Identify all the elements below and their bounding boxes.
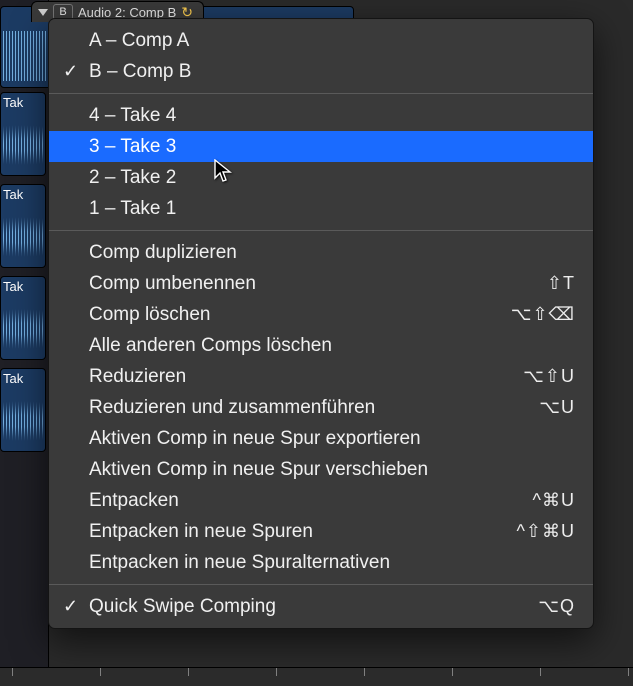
waveform-preview (1, 397, 45, 445)
menu-item-label: 3 – Take 3 (89, 136, 176, 158)
menu-item-label: Comp umbenennen (89, 273, 256, 295)
menu-item-shortcut: ^⌘U (533, 490, 575, 511)
take-region[interactable]: Tak (0, 368, 46, 452)
menu-item-label: 4 – Take 4 (89, 105, 176, 127)
disclosure-triangle-icon[interactable] (38, 9, 48, 16)
menu-separator (49, 230, 593, 231)
take-region-label: Tak (3, 187, 23, 202)
menu-item-label: Quick Swipe Comping (89, 596, 276, 618)
menu-action-export-active-comp[interactable]: Aktiven Comp in neue Spur exportieren (49, 423, 593, 454)
take-region-label: Tak (3, 95, 23, 110)
checkmark-icon: ✓ (63, 596, 78, 617)
menu-separator (49, 93, 593, 94)
menu-item-label: Entpacken in neue Spuralternativen (89, 552, 390, 574)
menu-action-delete-other-comps[interactable]: Alle anderen Comps löschen (49, 330, 593, 361)
take-folder-context-menu: A – Comp A ✓ B – Comp B 4 – Take 4 3 – T… (48, 18, 594, 629)
menu-item-label: Entpacken in neue Spuren (89, 521, 313, 543)
take-region[interactable]: Tak (0, 184, 46, 268)
menu-action-unpack-track-alternatives[interactable]: Entpacken in neue Spuralternativen (49, 547, 593, 578)
menu-take-item-4[interactable]: 4 – Take 4 (49, 100, 593, 131)
waveform-preview (1, 213, 45, 261)
menu-item-label: Alle anderen Comps löschen (89, 335, 332, 357)
menu-item-shortcut: ⌥Q (538, 596, 575, 617)
menu-toggle-quick-swipe-comping[interactable]: ✓ Quick Swipe Comping ⌥Q (49, 591, 593, 622)
timeline-ruler (0, 667, 633, 686)
waveform-preview (1, 305, 45, 353)
waveform-preview (1, 121, 45, 169)
menu-item-label: A – Comp A (89, 30, 189, 52)
menu-action-delete-comp[interactable]: Comp löschen ⌥⇧⌫ (49, 299, 593, 330)
menu-take-item-2[interactable]: 2 – Take 2 (49, 162, 593, 193)
menu-action-rename-comp[interactable]: Comp umbenennen ⇧T (49, 268, 593, 299)
take-region[interactable]: Tak (0, 92, 46, 176)
menu-item-label: Comp löschen (89, 304, 210, 326)
checkmark-icon: ✓ (63, 61, 78, 82)
menu-take-item-1[interactable]: 1 – Take 1 (49, 193, 593, 224)
menu-item-label: Reduzieren und zusammenführen (89, 397, 375, 419)
menu-item-label: Entpacken (89, 490, 179, 512)
menu-action-duplicate-comp[interactable]: Comp duplizieren (49, 237, 593, 268)
menu-action-unpack[interactable]: Entpacken ^⌘U (49, 485, 593, 516)
menu-item-label: B – Comp B (89, 61, 191, 83)
menu-item-shortcut: ^⇧⌘U (516, 521, 575, 542)
menu-item-label: Aktiven Comp in neue Spur exportieren (89, 428, 421, 450)
menu-action-unpack-new-tracks[interactable]: Entpacken in neue Spuren ^⇧⌘U (49, 516, 593, 547)
menu-action-flatten-merge[interactable]: Reduzieren und zusammenführen ⌥U (49, 392, 593, 423)
menu-action-move-active-comp[interactable]: Aktiven Comp in neue Spur verschieben (49, 454, 593, 485)
menu-item-shortcut: ⌥⇧U (523, 366, 575, 387)
menu-comp-item-b[interactable]: ✓ B – Comp B (49, 56, 593, 87)
menu-item-label: 1 – Take 1 (89, 198, 176, 220)
take-region[interactable]: Tak (0, 276, 46, 360)
menu-action-flatten[interactable]: Reduzieren ⌥⇧U (49, 361, 593, 392)
menu-item-label: Reduzieren (89, 366, 186, 388)
menu-item-shortcut: ⌥⇧⌫ (511, 304, 575, 325)
menu-take-item-3[interactable]: 3 – Take 3 (49, 131, 593, 162)
menu-separator (49, 584, 593, 585)
menu-item-label: Comp duplizieren (89, 242, 237, 264)
menu-item-label: 2 – Take 2 (89, 167, 176, 189)
take-region-label: Tak (3, 371, 23, 386)
menu-item-shortcut: ⌥U (539, 397, 575, 418)
menu-item-label: Aktiven Comp in neue Spur verschieben (89, 459, 428, 481)
menu-item-shortcut: ⇧T (547, 273, 575, 294)
menu-comp-item-a[interactable]: A – Comp A (49, 25, 593, 56)
take-region-label: Tak (3, 279, 23, 294)
